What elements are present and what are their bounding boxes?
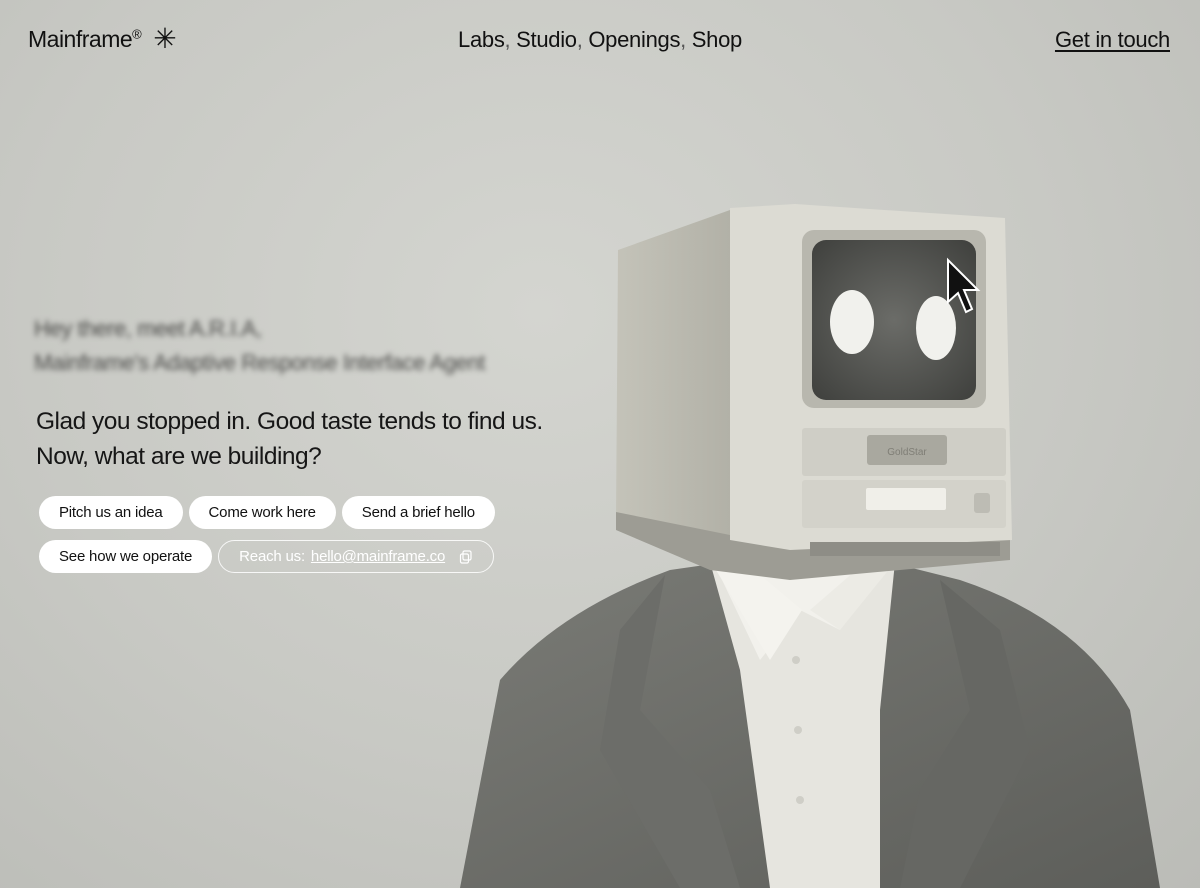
send-hello-button[interactable]: Send a brief hello	[341, 496, 495, 529]
headline: Glad you stopped in. Good taste tends to…	[36, 404, 543, 474]
page: Mainframe® ✳ Labs, Studio, Openings, Sho…	[0, 0, 1200, 888]
see-how-we-operate-button[interactable]: See how we operate	[39, 540, 213, 573]
nav-item-shop[interactable]: Shop	[692, 27, 742, 52]
copy-icon[interactable]	[459, 549, 473, 564]
reach-us-chip[interactable]: Reach us: hello@mainframe.co	[218, 540, 495, 573]
agent-intro-line1: Hey there, meet A.R.I.A,	[34, 316, 262, 341]
reach-us-label: Reach us:	[239, 548, 305, 565]
agent-intro: Hey there, meet A.R.I.A, Mainframe's Ada…	[34, 312, 485, 380]
main-nav: Labs, Studio, Openings, Shop	[458, 27, 742, 52]
pitch-idea-button[interactable]: Pitch us an idea	[39, 496, 183, 529]
quick-reply-chips: Pitch us an idea Come work here Send a b…	[39, 496, 559, 584]
email-link[interactable]: hello@mainframe.co	[311, 541, 445, 572]
nav-item-studio[interactable]: Studio	[516, 27, 577, 52]
headline-line2: Now, what are we building?	[36, 443, 322, 470]
get-in-touch-link[interactable]: Get in touch	[1055, 27, 1170, 53]
monitor-brand-label: GoldStar	[887, 447, 927, 458]
agent-intro-line2: Mainframe's Adaptive Response Interface …	[34, 350, 485, 375]
come-work-here-button[interactable]: Come work here	[188, 496, 336, 529]
nav-item-openings[interactable]: Openings	[588, 27, 680, 52]
nav-item-labs[interactable]: Labs	[458, 27, 505, 52]
headline-line1: Glad you stopped in. Good taste tends to…	[36, 408, 543, 435]
